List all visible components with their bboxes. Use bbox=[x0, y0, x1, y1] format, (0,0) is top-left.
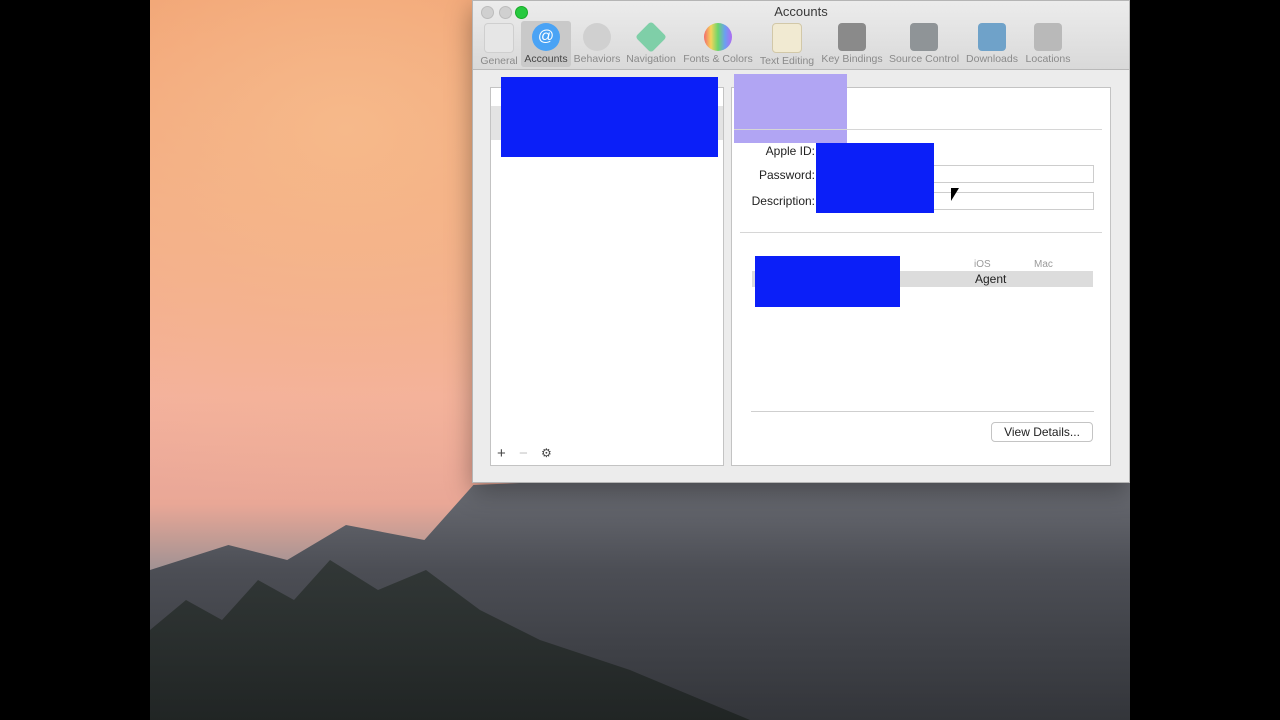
tab-general[interactable]: General bbox=[479, 21, 519, 67]
divider bbox=[734, 129, 1102, 130]
description-label: Description: bbox=[751, 194, 815, 208]
tab-fonts-colors[interactable]: Fonts & Colors bbox=[683, 21, 753, 67]
apple-id-label: Apple ID: bbox=[765, 144, 815, 158]
add-account-button[interactable]: + bbox=[497, 445, 506, 462]
remove-account-button[interactable]: − bbox=[519, 445, 528, 462]
redacted-apple-id bbox=[816, 143, 934, 213]
gears-icon bbox=[583, 23, 611, 51]
redacted-account-name bbox=[501, 77, 718, 157]
redacted-team-name bbox=[755, 256, 900, 307]
team-role: Agent bbox=[975, 272, 1007, 286]
divider bbox=[751, 411, 1094, 412]
tab-source-control[interactable]: Source Control bbox=[889, 21, 959, 67]
tab-locations[interactable]: Locations bbox=[1023, 21, 1073, 67]
accounts-list[interactable]: + − ⚙ bbox=[490, 77, 724, 466]
account-details: Apple ID: Password: Description: iOS Mac… bbox=[731, 74, 1111, 466]
gear-icon[interactable]: ⚙ bbox=[541, 446, 552, 460]
column-ios: iOS bbox=[974, 259, 991, 270]
downloads-icon bbox=[978, 23, 1006, 51]
general-switch-icon bbox=[484, 23, 514, 53]
column-mac: Mac bbox=[1034, 259, 1053, 270]
tab-key-bindings[interactable]: Key Bindings bbox=[821, 21, 883, 67]
keyboard-icon bbox=[838, 23, 866, 51]
source-control-icon bbox=[910, 23, 938, 51]
window-title: Accounts bbox=[774, 4, 828, 19]
navigation-arrows-icon bbox=[635, 21, 667, 53]
text-editing-icon bbox=[772, 23, 802, 53]
preferences-window: Accounts General @ Accounts Behaviors Na… bbox=[472, 0, 1130, 483]
mouse-cursor bbox=[951, 188, 959, 201]
fonts-colors-icon bbox=[704, 23, 732, 51]
titlebar: Accounts General @ Accounts Behaviors Na… bbox=[473, 1, 1129, 70]
tab-navigation[interactable]: Navigation bbox=[626, 21, 676, 67]
at-sign-icon: @ bbox=[532, 23, 560, 51]
tab-accounts[interactable]: @ Accounts bbox=[521, 21, 571, 67]
tab-text-editing[interactable]: Text Editing bbox=[758, 21, 816, 67]
locations-icon bbox=[1034, 23, 1062, 51]
tab-behaviors[interactable]: Behaviors bbox=[573, 21, 621, 67]
view-details-button[interactable]: View Details... bbox=[991, 422, 1093, 442]
tab-downloads[interactable]: Downloads bbox=[965, 21, 1019, 67]
redacted-account-title bbox=[734, 74, 847, 143]
divider bbox=[740, 232, 1102, 233]
password-label: Password: bbox=[758, 168, 815, 182]
